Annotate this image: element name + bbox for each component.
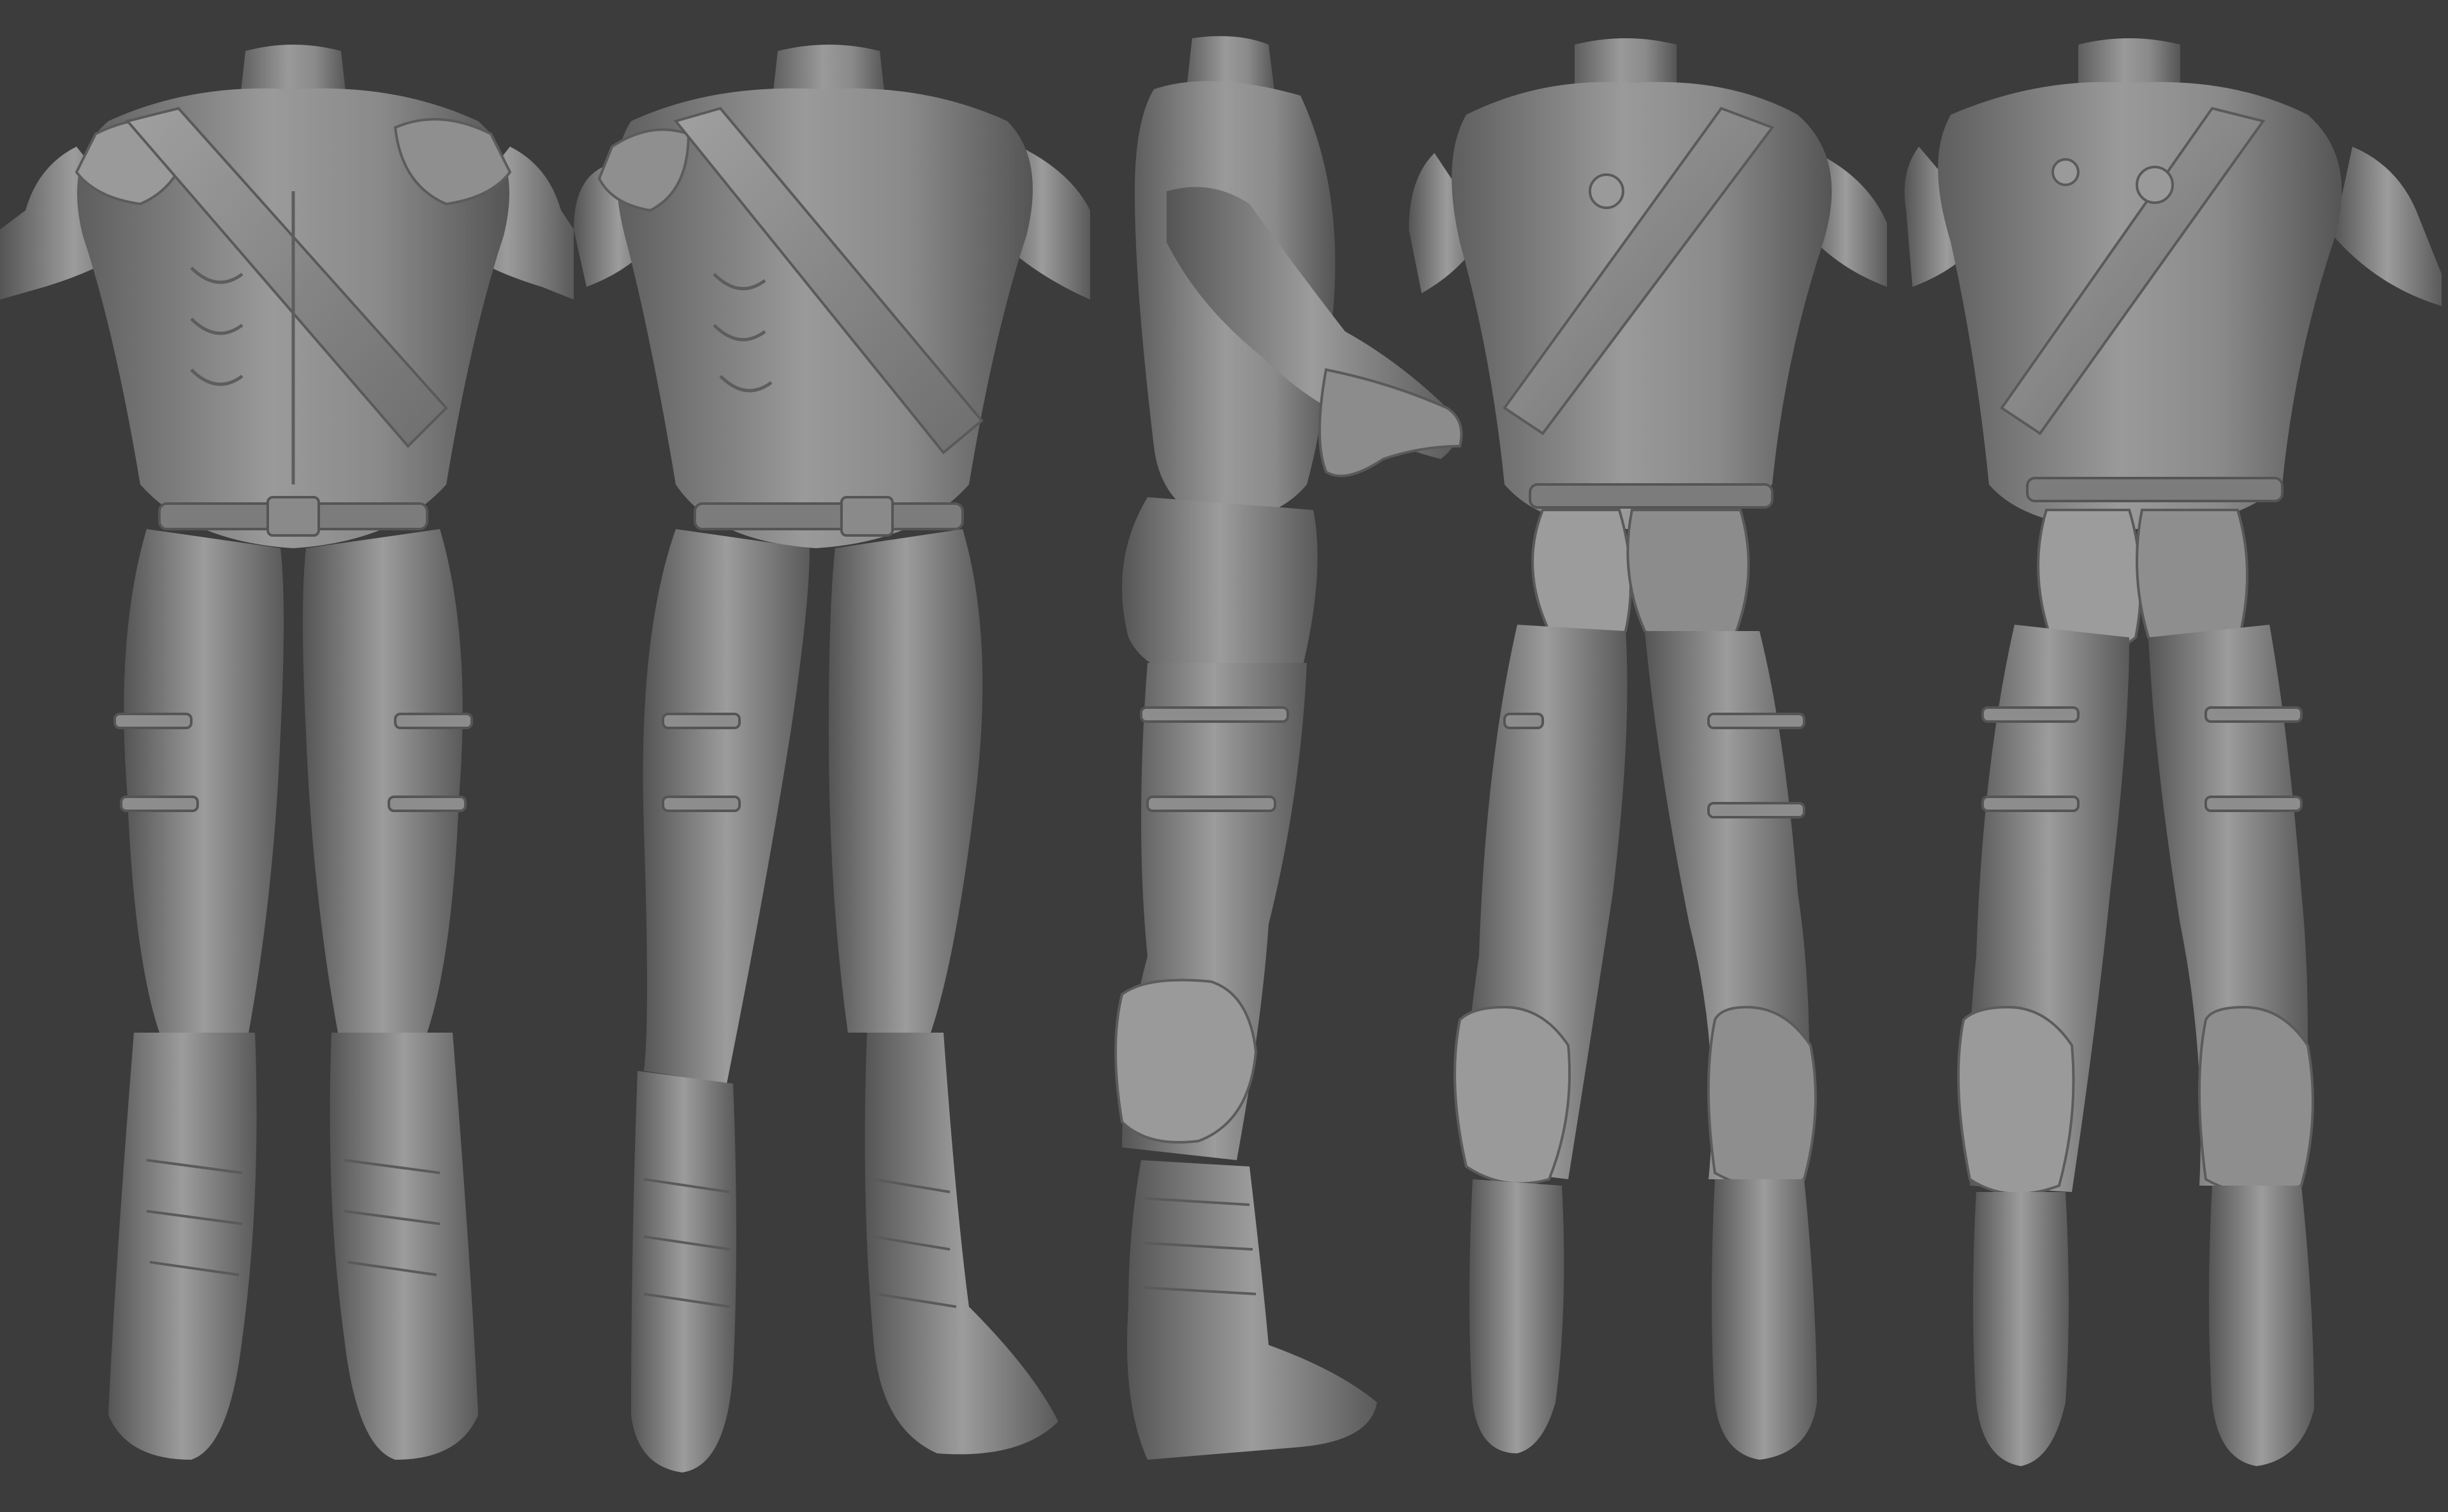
back-view	[1904, 38, 2442, 1466]
sculpt-turnaround-viewport	[0, 0, 2448, 1512]
back-figure	[1904, 38, 2442, 1466]
